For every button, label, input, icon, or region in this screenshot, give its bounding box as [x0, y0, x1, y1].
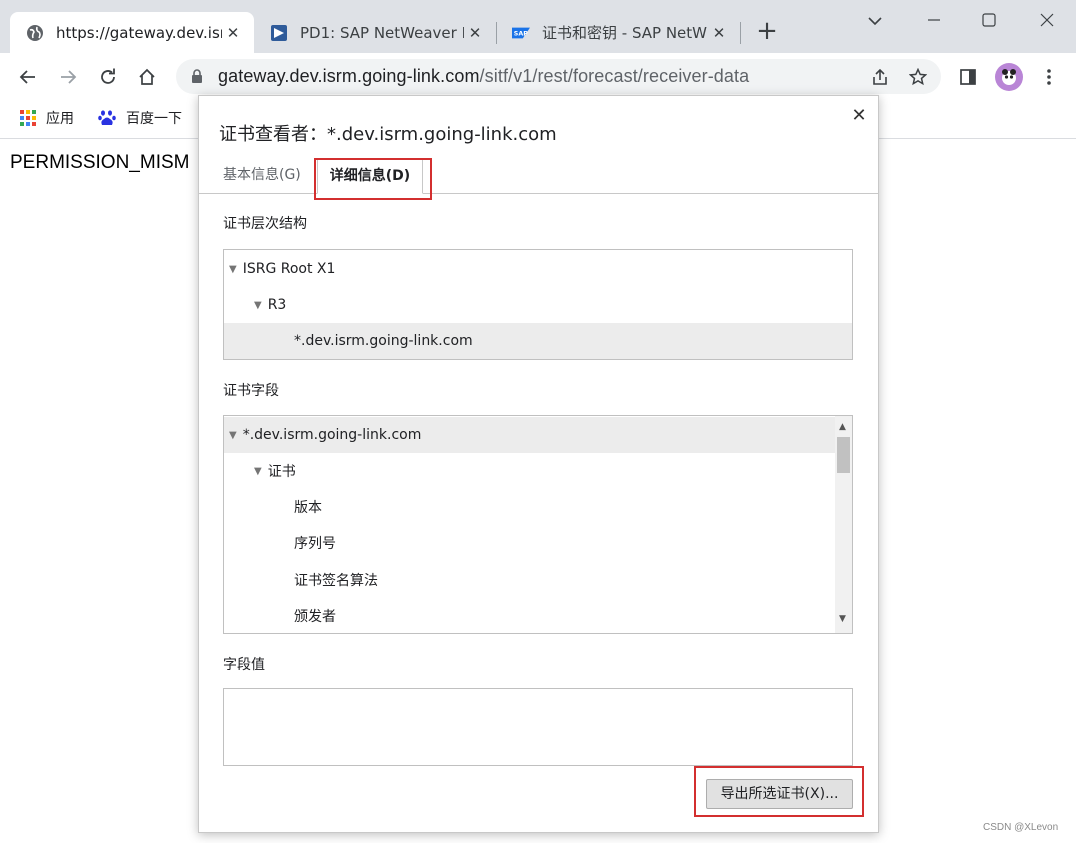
fields-scrollbar[interactable]: ▲ ▼: [835, 416, 852, 633]
highlight-box-export-button: [694, 766, 864, 817]
back-icon[interactable]: [14, 63, 42, 91]
home-icon[interactable]: [133, 63, 161, 91]
expand-triangle-icon[interactable]: ▼: [254, 466, 262, 477]
forward-icon[interactable]: [54, 63, 82, 91]
tab-close-icon[interactable]: ✕: [464, 24, 486, 42]
tab-separator: [740, 22, 741, 44]
expand-triangle-icon[interactable]: ▼: [229, 264, 237, 275]
tab-close-icon[interactable]: ✕: [708, 24, 730, 42]
field-item-certificate[interactable]: ▼ 证书: [224, 453, 835, 489]
tree-item-label: ISRG Root X1: [242, 261, 336, 277]
tab-sap-netweaver[interactable]: PD1: SAP NetWeaver P ✕: [254, 12, 496, 53]
field-value-label: 字段值: [223, 657, 265, 673]
address-bar[interactable]: gateway.dev.isrm.going-link.com/sitf/v1/…: [176, 59, 941, 94]
field-item-serial[interactable]: 序列号: [224, 525, 835, 561]
scrollbar-thumb[interactable]: [837, 437, 850, 473]
tab-title: PD1: SAP NetWeaver P: [300, 23, 464, 42]
svg-text:SAP: SAP: [514, 30, 528, 37]
new-tab-icon[interactable]: +: [754, 18, 780, 46]
reload-icon[interactable]: [94, 63, 122, 91]
bookmark-label: 应用: [46, 111, 74, 127]
tab-title: https://gateway.dev.isrm: [56, 23, 222, 42]
bookmark-baidu[interactable]: 百度一下: [98, 108, 182, 128]
watermark: CSDN @XLevon: [983, 822, 1059, 833]
maximize-icon[interactable]: [966, 6, 1012, 34]
hierarchy-label: 证书层次结构: [223, 216, 307, 232]
certificate-fields-tree[interactable]: ▼ *.dev.isrm.going-link.com ▼ 证书 版本 序列号 …: [223, 415, 853, 634]
tree-item-label: R3: [267, 297, 287, 313]
tab-title: 证书和密钥 - SAP NetW: [542, 24, 707, 42]
expand-triangle-icon[interactable]: ▼: [229, 430, 237, 441]
dialog-tabbar: 基本信息(G) 详细信息(D): [199, 148, 878, 194]
field-item-label: 序列号: [294, 536, 336, 552]
bookmark-label: 百度一下: [126, 111, 182, 127]
field-item-label: *.dev.isrm.going-link.com: [242, 427, 422, 443]
tab-general[interactable]: 基本信息(G): [223, 164, 301, 184]
expand-triangle-icon[interactable]: ▼: [254, 300, 262, 311]
field-item-label: 证书: [267, 464, 296, 480]
url-host: gateway.dev.isrm.going-link.com: [218, 66, 480, 86]
field-value-textarea[interactable]: [223, 688, 853, 766]
tree-item-leaf-cert[interactable]: *.dev.isrm.going-link.com: [224, 323, 852, 359]
side-panel-icon[interactable]: [954, 63, 982, 91]
tab-close-icon[interactable]: ✕: [222, 24, 244, 42]
field-item-label: 版本: [294, 500, 322, 516]
scroll-down-arrow-icon[interactable]: ▼: [839, 614, 846, 624]
tree-item-r3[interactable]: ▼ R3: [224, 287, 852, 323]
field-item-cert-name[interactable]: ▼ *.dev.isrm.going-link.com: [224, 417, 835, 453]
scroll-up-arrow-icon[interactable]: ▲: [839, 422, 846, 432]
dialog-title: 证书查看者：*.dev.isrm.going-link.com: [219, 124, 557, 145]
globe-icon: [26, 24, 44, 42]
url-text[interactable]: gateway.dev.isrm.going-link.com/sitf/v1/…: [218, 66, 749, 87]
page-body-text: PERMISSION_MISM: [10, 152, 190, 173]
field-item-label: 颁发者: [294, 609, 336, 625]
apps-grid-icon: [20, 110, 36, 126]
sap-netweaver-icon: [270, 24, 288, 42]
share-icon[interactable]: [866, 63, 894, 91]
baidu-paw-icon: [98, 109, 116, 127]
certificate-viewer-dialog: 证书查看者：*.dev.isrm.going-link.com ✕ 基本信息(G…: [198, 95, 879, 833]
browser-toolbar: gateway.dev.isrm.going-link.com/sitf/v1/…: [0, 53, 1076, 100]
tab-sap-certificates[interactable]: SAP 证书和密钥 - SAP NetW ✕: [496, 12, 740, 53]
profile-avatar[interactable]: [995, 63, 1023, 91]
window-close-icon[interactable]: [1024, 6, 1070, 34]
tab-gateway[interactable]: https://gateway.dev.isrm ✕: [10, 12, 254, 53]
lock-icon[interactable]: [190, 68, 204, 88]
tree-item-isrg-root[interactable]: ▼ ISRG Root X1: [224, 251, 852, 287]
menu-kebab-icon[interactable]: [1035, 63, 1063, 91]
minimize-icon[interactable]: [911, 6, 957, 34]
bookmark-star-icon[interactable]: [904, 63, 932, 91]
sap-logo-icon: SAP: [512, 24, 530, 42]
field-item-label: 证书签名算法: [294, 573, 378, 589]
fields-label: 证书字段: [223, 383, 279, 399]
certificate-hierarchy-tree[interactable]: ▼ ISRG Root X1 ▼ R3 *.dev.isrm.going-lin…: [223, 249, 853, 360]
close-icon[interactable]: ✕: [847, 105, 871, 129]
highlight-box-details-tab: [314, 158, 432, 200]
field-item-issuer[interactable]: 颁发者: [224, 598, 835, 633]
tab-strip: https://gateway.dev.isrm ✕ PD1: SAP NetW…: [0, 0, 1076, 53]
tree-item-label: *.dev.isrm.going-link.com: [294, 333, 473, 349]
tab-search-icon[interactable]: [852, 6, 898, 34]
bookmark-apps[interactable]: 应用: [20, 108, 74, 128]
field-item-signature-algorithm[interactable]: 证书签名算法: [224, 562, 835, 598]
url-path: /sitf/v1/rest/forecast/receiver-data: [479, 66, 750, 86]
field-item-version[interactable]: 版本: [224, 489, 835, 525]
